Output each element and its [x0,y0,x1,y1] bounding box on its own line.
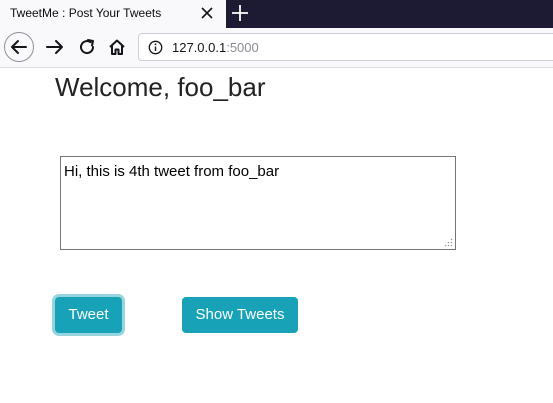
home-button[interactable] [102,32,132,62]
tweet-text: Hi, this is 4th tweet from foo_bar [64,163,280,180]
plus-icon[interactable] [229,2,251,24]
back-button[interactable] [4,32,34,62]
url-text: 127.0.0.1:5000 [172,40,259,55]
reload-button[interactable] [72,32,102,62]
home-icon [109,39,125,55]
browser-tab[interactable]: TweetMe : Post Your Tweets [0,0,226,28]
tweet-button[interactable]: Tweet [55,297,122,333]
url-bar[interactable]: 127.0.0.1:5000 [138,33,553,61]
tab-title: TweetMe : Post Your Tweets [10,6,162,20]
resize-grip-icon[interactable] [444,238,453,247]
welcome-heading: Welcome, foo_bar [55,72,266,102]
navigation-bar: 127.0.0.1:5000 [0,28,553,68]
url-host: 127.0.0.1 [172,40,227,55]
show-tweets-button[interactable]: Show Tweets [182,297,298,333]
forward-button[interactable] [40,32,70,62]
arrow-right-icon [46,40,63,54]
close-icon[interactable] [197,3,217,23]
url-port: :5000 [226,40,259,55]
info-icon[interactable] [148,40,163,55]
tab-strip: TweetMe : Post Your Tweets [0,0,553,28]
arrow-left-icon [11,40,27,54]
tweet-textarea[interactable]: Hi, this is 4th tweet from foo_bar [60,156,456,250]
reload-icon [80,39,95,55]
